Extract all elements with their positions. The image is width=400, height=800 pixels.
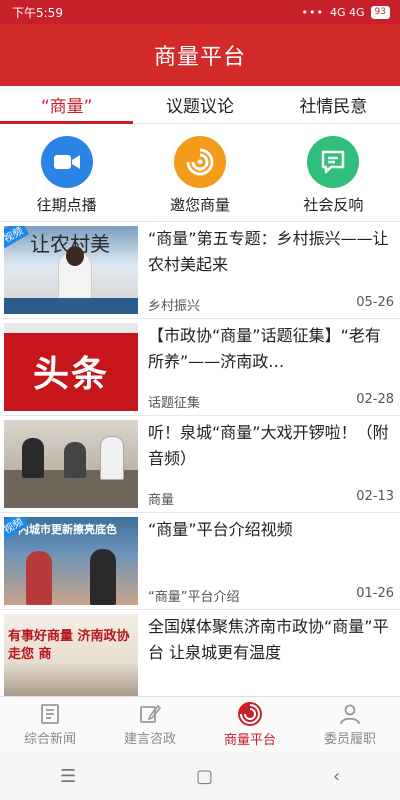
thumbnail-caption: 头条 bbox=[32, 354, 109, 395]
article-date: 05-26 bbox=[356, 295, 394, 310]
swirl-logo-icon bbox=[238, 702, 262, 726]
article-meta: 乡村振兴 05-26 bbox=[148, 295, 394, 314]
article-title: “商量”平台介绍视频 bbox=[148, 520, 293, 539]
list-item[interactable]: 让农村美 视频 “商量”第五专题：乡村振兴——让农村美起来 乡村振兴 05-26 bbox=[0, 222, 400, 319]
person-figure bbox=[64, 442, 86, 478]
status-time: 下午5:59 bbox=[12, 5, 63, 20]
article-thumbnail: 有事好商量 济南政协走您 商 bbox=[4, 614, 138, 696]
newspaper-icon bbox=[41, 704, 59, 724]
nav-label: 委员履职 bbox=[323, 732, 376, 747]
app-header: 商量平台 bbox=[0, 24, 400, 86]
article-category: 商量 bbox=[148, 493, 175, 508]
quick-action-label: 往期点播 bbox=[36, 196, 97, 214]
article-date: 01-26 bbox=[356, 586, 394, 601]
article-list: 让农村美 视频 “商量”第五专题：乡村振兴——让农村美起来 乡村振兴 05-26… bbox=[0, 222, 400, 696]
bottom-nav: 综合新闻 建言咨政 商量平台 委员履职 bbox=[0, 696, 400, 752]
status-icons: ••• 4G 4G 93 bbox=[301, 5, 390, 19]
list-item[interactable]: 内城市更新擦亮底色 视频 “商量”平台介绍视频 “商量”平台介绍 01-26 bbox=[0, 513, 400, 610]
article-date: 02-13 bbox=[356, 489, 394, 504]
article-info: “商量”第五专题：乡村振兴——让农村美起来 乡村振兴 05-26 bbox=[138, 226, 394, 314]
battery-icon: 93 bbox=[370, 5, 390, 19]
video-tag: 视频 bbox=[4, 226, 30, 249]
article-thumbnail: 头条 bbox=[4, 323, 138, 411]
home-icon[interactable]: ▢ bbox=[196, 766, 213, 787]
quick-action-label: 邀您商量 bbox=[169, 196, 230, 214]
nav-label: 商量平台 bbox=[223, 733, 276, 748]
edit-note-icon bbox=[140, 704, 162, 723]
article-title: 听！泉城“商量”大戏开锣啦！（附音频） bbox=[148, 423, 389, 468]
article-info: 听！泉城“商量”大戏开锣啦！（附音频） 商量 02-13 bbox=[138, 420, 394, 508]
chat-bubble-icon bbox=[307, 136, 360, 188]
article-category: 话题征集 bbox=[148, 396, 201, 411]
back-icon[interactable]: ‹ bbox=[333, 766, 340, 787]
quick-action-label: 社会反响 bbox=[303, 196, 364, 214]
presenter-head bbox=[66, 246, 84, 266]
article-date: 02-28 bbox=[356, 392, 394, 407]
article-meta: 话题征集 02-28 bbox=[148, 392, 394, 411]
article-thumbnail bbox=[4, 420, 138, 508]
article-meta: “商量”平台介绍 01-26 bbox=[148, 586, 394, 605]
tab-public-opinion[interactable]: 社情民意 bbox=[267, 86, 400, 123]
nav-advice[interactable]: 建言咨政 bbox=[100, 697, 200, 752]
article-title: 【市政协“商量”话题征集】“老有所养”——济南政… bbox=[148, 326, 381, 371]
article-category: 乡村振兴 bbox=[148, 299, 201, 314]
tab-bar: “商量” 议题议论 社情民意 bbox=[0, 86, 400, 124]
menu-icon[interactable]: ☰ bbox=[60, 766, 76, 787]
person-figure bbox=[90, 549, 116, 605]
list-item[interactable]: 头条 【市政协“商量”话题征集】“老有所养”——济南政… 话题征集 02-28 bbox=[0, 319, 400, 416]
article-meta: 商量 02-13 bbox=[148, 489, 394, 508]
nav-platform[interactable]: 商量平台 bbox=[200, 697, 300, 752]
article-info: 【市政协“商量”话题征集】“老有所养”——济南政… 话题征集 02-28 bbox=[138, 323, 394, 411]
article-info: “商量”平台介绍视频 “商量”平台介绍 01-26 bbox=[138, 517, 394, 605]
tab-shangliang[interactable]: “商量” bbox=[0, 86, 134, 124]
signal-text: 4G 4G bbox=[330, 5, 365, 19]
page-title: 商量平台 bbox=[153, 45, 246, 70]
article-thumbnail: 内城市更新擦亮底色 视频 bbox=[4, 517, 138, 605]
person-icon bbox=[340, 704, 360, 725]
thumbnail-band bbox=[4, 323, 138, 333]
more-dots-icon: ••• bbox=[301, 5, 324, 19]
person-figure bbox=[26, 551, 52, 605]
list-item[interactable]: 听！泉城“商量”大戏开锣啦！（附音频） 商量 02-13 bbox=[0, 416, 400, 513]
thumbnail-caption: 有事好商量 济南政协走您 商 bbox=[8, 629, 130, 662]
quick-action-past-replay[interactable]: 往期点播 bbox=[0, 124, 133, 221]
thumbnail-caption: 内城市更新擦亮底色 bbox=[18, 523, 117, 536]
article-category: “商量”平台介绍 bbox=[148, 590, 240, 605]
person-figure bbox=[100, 436, 124, 480]
list-item[interactable]: 有事好商量 济南政协走您 商 全国媒体聚焦济南市政协“商量”平台 让泉城更有温度 bbox=[0, 610, 400, 696]
article-thumbnail: 让农村美 视频 bbox=[4, 226, 138, 314]
article-title: “商量”第五专题：乡村振兴——让农村美起来 bbox=[148, 229, 389, 274]
nav-label: 综合新闻 bbox=[23, 732, 76, 747]
quick-actions: 往期点播 邀您商量 社会反响 bbox=[0, 124, 400, 222]
nav-label: 建言咨政 bbox=[123, 732, 176, 747]
person-figure bbox=[22, 438, 44, 478]
article-info: 全国媒体聚焦济南市政协“商量”平台 让泉城更有温度 bbox=[138, 614, 394, 696]
tab-topic-discussion[interactable]: 议题议论 bbox=[133, 86, 266, 123]
nav-member-duty[interactable]: 委员履职 bbox=[300, 697, 400, 752]
article-title: 全国媒体聚焦济南市政协“商量”平台 让泉城更有温度 bbox=[148, 617, 389, 662]
swirl-icon bbox=[173, 136, 226, 188]
quick-action-invite[interactable]: 邀您商量 bbox=[133, 124, 266, 221]
system-nav-bar: ☰ ▢ ‹ bbox=[0, 752, 400, 800]
video-camera-icon bbox=[40, 136, 93, 188]
nav-general-news[interactable]: 综合新闻 bbox=[0, 697, 100, 752]
status-bar: 下午5:59 ••• 4G 4G 93 bbox=[0, 0, 400, 24]
lower-third-bar bbox=[4, 298, 138, 314]
quick-action-feedback[interactable]: 社会反响 bbox=[267, 124, 400, 221]
